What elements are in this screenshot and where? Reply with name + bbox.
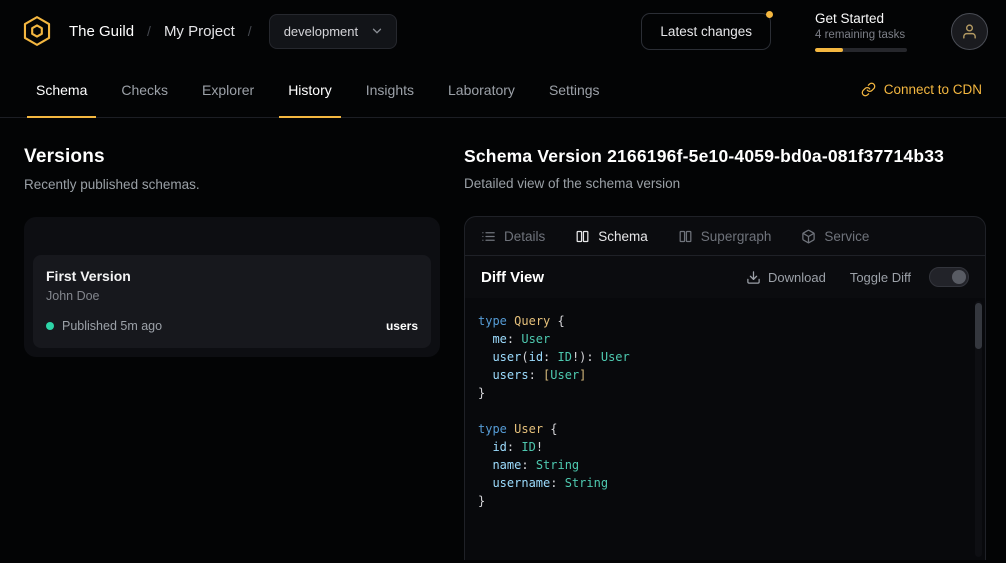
columns-icon (678, 229, 693, 244)
get-started-title: Get Started (815, 11, 907, 26)
detail-tabs: Details Schema Supergraph Service (465, 217, 985, 256)
tab-history[interactable]: History (279, 62, 341, 117)
code-line: } (478, 384, 965, 402)
connect-cdn-label: Connect to CDN (884, 82, 982, 97)
schema-code-viewer[interactable]: type Query { me: User user(id: ID!): Use… (465, 298, 985, 560)
diff-view-title: Diff View (481, 269, 544, 286)
breadcrumb-project[interactable]: My Project (164, 23, 235, 40)
versions-title: Versions (24, 146, 440, 168)
version-service-badge: users (386, 319, 418, 333)
list-icon (481, 229, 496, 244)
link-icon (861, 82, 876, 97)
user-avatar[interactable] (951, 13, 988, 50)
get-started-progress-bar (815, 48, 907, 52)
versions-card: First Version John Doe Published 5m ago … (24, 217, 440, 357)
detail-tab-label: Supergraph (701, 229, 772, 244)
scrollbar-thumb[interactable] (975, 303, 982, 349)
chevron-down-icon (370, 24, 384, 38)
tab-settings[interactable]: Settings (540, 62, 609, 117)
breadcrumb: The Guild / My Project / development (69, 14, 397, 49)
code-line: } (478, 492, 965, 510)
notification-dot (766, 11, 773, 18)
latest-changes-label: Latest changes (660, 24, 752, 39)
main-nav-tabs: Schema Checks Explorer History Insights Labor… (27, 62, 625, 117)
tab-laboratory[interactable]: Laboratory (439, 62, 524, 117)
diff-header: Diff View Download Toggle Diff (465, 256, 985, 298)
version-name: First Version (46, 268, 418, 284)
versions-subtitle: Recently published schemas. (24, 177, 440, 192)
published-status-dot (46, 322, 54, 330)
get-started-subtitle: 4 remaining tasks (815, 29, 907, 41)
tab-insights[interactable]: Insights (357, 62, 423, 117)
connect-cdn-link[interactable]: Connect to CDN (861, 62, 982, 117)
detail-tab-service[interactable]: Service (801, 229, 869, 244)
detail-tab-supergraph[interactable]: Supergraph (678, 229, 772, 244)
version-detail-subtitle: Detailed view of the schema version (464, 176, 986, 191)
version-list-item[interactable]: First Version John Doe Published 5m ago … (33, 255, 431, 348)
detail-tab-label: Schema (598, 229, 648, 244)
tab-explorer[interactable]: Explorer (193, 62, 263, 117)
get-started-progress-fill (815, 48, 843, 52)
download-label: Download (768, 270, 826, 285)
columns-icon (575, 229, 590, 244)
version-detail-panel: Schema Version 2166196f-5e10-4059-bd0a-0… (464, 146, 986, 563)
schema-sdl-code: type Query { me: User user(id: ID!): Use… (465, 298, 985, 510)
cube-icon (801, 229, 816, 244)
code-line: user(id: ID!): User (478, 348, 965, 366)
breadcrumb-separator: / (147, 23, 151, 39)
hive-logo-icon[interactable] (20, 14, 54, 48)
toggle-diff-switch[interactable] (929, 267, 969, 287)
detail-tab-label: Details (504, 229, 545, 244)
get-started-widget[interactable]: Get Started 4 remaining tasks (815, 11, 907, 52)
code-line: name: String (478, 456, 965, 474)
user-icon (961, 23, 978, 40)
environment-selector-value: development (284, 24, 358, 39)
detail-tab-schema[interactable]: Schema (575, 229, 648, 244)
code-line: id: ID! (478, 438, 965, 456)
toggle-diff-label: Toggle Diff (850, 270, 911, 285)
tab-schema[interactable]: Schema (27, 62, 96, 117)
environment-selector[interactable]: development (269, 14, 397, 49)
scrollbar (975, 301, 982, 557)
code-line: username: String (478, 474, 965, 492)
version-footer: Published 5m ago users (46, 319, 418, 333)
toggle-knob (952, 270, 966, 284)
code-line: type Query { (478, 312, 965, 330)
version-detail-card: Details Schema Supergraph Service Diff View… (464, 216, 986, 560)
versions-panel: Versions Recently published schemas. Fir… (24, 146, 440, 563)
code-line: me: User (478, 330, 965, 348)
code-line (478, 402, 965, 420)
top-bar: The Guild / My Project / development Lat… (0, 0, 1006, 62)
version-status: Published 5m ago (62, 319, 162, 333)
detail-tab-label: Service (824, 229, 869, 244)
code-line: users: [User] (478, 366, 965, 384)
main-content: Versions Recently published schemas. Fir… (0, 118, 1006, 563)
latest-changes-button[interactable]: Latest changes (641, 13, 771, 50)
main-nav: Schema Checks Explorer History Insights Labor… (0, 62, 1006, 118)
breadcrumb-org[interactable]: The Guild (69, 23, 134, 40)
diff-actions: Download Toggle Diff (740, 267, 969, 287)
download-icon (746, 270, 761, 285)
download-button[interactable]: Download (740, 269, 832, 286)
breadcrumb-separator: / (248, 23, 252, 39)
version-detail-title: Schema Version 2166196f-5e10-4059-bd0a-0… (464, 146, 986, 167)
tab-checks[interactable]: Checks (112, 62, 177, 117)
detail-tab-details[interactable]: Details (481, 229, 545, 244)
version-author: John Doe (46, 289, 418, 303)
code-line: type User { (478, 420, 965, 438)
